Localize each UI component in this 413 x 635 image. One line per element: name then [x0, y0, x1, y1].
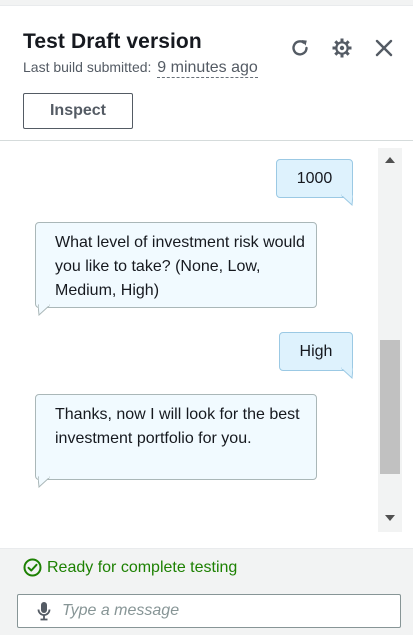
- settings-icon: [332, 38, 352, 58]
- arrow-down-icon: [385, 515, 395, 521]
- close-button[interactable]: [371, 35, 397, 61]
- message-input[interactable]: [62, 602, 382, 620]
- chat-transcript: 1000 What level of investment risk would…: [0, 142, 413, 548]
- scroll-down-button[interactable]: [378, 508, 402, 528]
- bubble-tail: [341, 367, 353, 379]
- message-text: High: [299, 343, 333, 360]
- test-status: Ready for complete testing: [23, 558, 237, 577]
- message-input-box[interactable]: [17, 594, 401, 628]
- build-status-label: Last build submitted:: [23, 59, 152, 75]
- test-panel-header: Test Draft version Last build submitted:…: [0, 6, 413, 141]
- bubble-tail: [341, 194, 353, 206]
- bot-message: Thanks, now I will look for the best inv…: [35, 394, 317, 488]
- refresh-button[interactable]: [287, 35, 313, 61]
- bot-message: What level of investment risk would you …: [35, 222, 317, 316]
- check-circle-icon: [23, 558, 42, 577]
- user-message: 1000: [276, 159, 353, 206]
- chat-scrollbar[interactable]: [378, 148, 402, 532]
- refresh-icon: [292, 40, 308, 56]
- message-text: What level of investment risk would you …: [55, 234, 305, 299]
- scroll-up-button[interactable]: [378, 150, 402, 170]
- message-text: 1000: [296, 170, 333, 187]
- message-text: Thanks, now I will look for the best inv…: [55, 406, 300, 447]
- inspect-button[interactable]: Inspect: [23, 93, 133, 129]
- build-status: Last build submitted: 9 minutes ago: [23, 59, 258, 78]
- scroll-thumb[interactable]: [380, 340, 400, 474]
- microphone-icon: [37, 602, 51, 621]
- status-text: Ready for complete testing: [47, 558, 238, 576]
- panel-title: Test Draft version: [23, 30, 202, 53]
- microphone-button[interactable]: [34, 601, 54, 621]
- user-message: High: [279, 332, 353, 379]
- bubble-tail: [38, 476, 50, 488]
- settings-button[interactable]: [329, 35, 355, 61]
- chat-footer: Ready for complete testing: [0, 548, 413, 635]
- build-time[interactable]: 9 minutes ago: [157, 59, 258, 78]
- arrow-up-icon: [385, 157, 395, 163]
- bubble-tail: [38, 304, 50, 316]
- close-icon: [375, 39, 393, 57]
